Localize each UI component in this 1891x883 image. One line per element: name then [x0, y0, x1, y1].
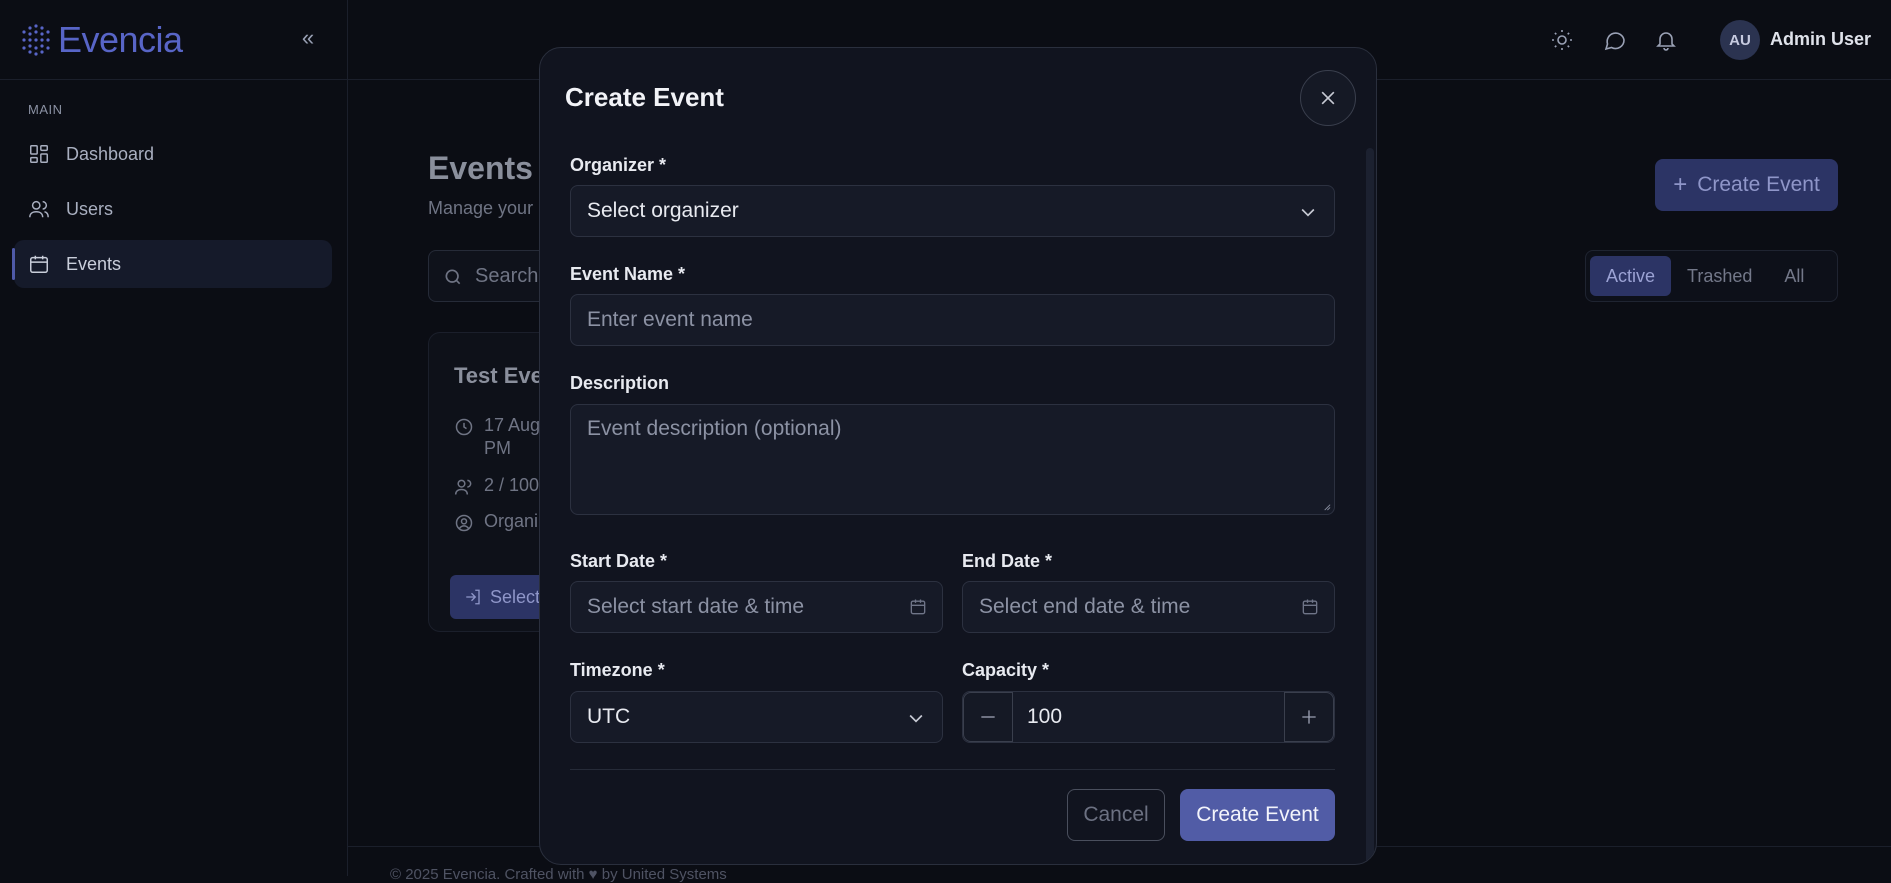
chevron-down-icon: [1301, 208, 1315, 217]
end-date-placeholder: Select end date & time: [979, 595, 1191, 618]
user-circle-icon: [455, 514, 473, 532]
cancel-button[interactable]: Cancel: [1067, 789, 1165, 841]
tab-active[interactable]: Active: [1590, 256, 1672, 296]
organizer-select-value: Select organizer: [587, 199, 739, 222]
search-placeholder: Search: [475, 265, 539, 287]
event-name-label: Event Name *: [570, 264, 686, 284]
organizer-select[interactable]: Select organizer: [570, 185, 1335, 237]
page-title: Events: [428, 150, 533, 186]
event-card-capacity: 2 / 100: [454, 475, 539, 497]
minus-icon: [981, 716, 995, 718]
sidebar-item-events[interactable]: Events: [12, 240, 332, 288]
chevron-down-icon: [909, 714, 923, 723]
capacity-increment-button[interactable]: [1284, 692, 1334, 742]
capacity-decrement-button[interactable]: [963, 692, 1013, 742]
timezone-select-value: UTC: [587, 705, 631, 728]
user-name[interactable]: Admin User: [1770, 29, 1871, 50]
chat-icon[interactable]: [1603, 28, 1627, 52]
modal-title: Create Event: [565, 82, 724, 112]
create-event-submit-button[interactable]: Create Event: [1180, 789, 1335, 841]
brand-name: Evencia: [58, 18, 183, 60]
users-icon: [29, 200, 49, 218]
filter-tabs: Active Trashed All: [1585, 250, 1838, 302]
event-card-date-line1: 17 Aug: [484, 415, 541, 435]
sidebar: Evencia « MAIN Dashboard Users Events: [0, 0, 348, 876]
timezone-label: Timezone *: [570, 660, 665, 680]
event-card-date-line2: PM: [484, 438, 511, 458]
description-textarea[interactable]: Event description (optional): [570, 404, 1335, 515]
description-label: Description: [570, 373, 670, 393]
login-icon: [466, 589, 480, 605]
modal-scrollbar[interactable]: [1366, 148, 1374, 864]
footer-text: © 2025 Evencia. Crafted with ♥ by United…: [390, 866, 727, 883]
event-card-capacity-text: 2 / 100: [484, 475, 540, 495]
search-icon: [445, 269, 461, 285]
capacity-stepper: 100: [962, 691, 1335, 743]
tab-all[interactable]: All: [1768, 256, 1820, 296]
sidebar-item-users[interactable]: Users: [14, 185, 332, 233]
plus-icon: +: [1673, 171, 1688, 198]
event-name-placeholder: Enter event name: [587, 308, 753, 331]
organizer-label: Organizer *: [570, 155, 667, 175]
nav-section-label: MAIN: [28, 102, 63, 117]
sidebar-item-dashboard[interactable]: Dashboard: [14, 130, 332, 178]
sun-icon[interactable]: [1550, 28, 1574, 52]
start-date-input[interactable]: Select start date & time: [570, 581, 943, 633]
resize-grip-icon[interactable]: [1322, 502, 1331, 511]
capacity-label: Capacity *: [962, 660, 1050, 680]
event-name-input[interactable]: Enter event name: [570, 294, 1335, 346]
end-date-input[interactable]: Select end date & time: [962, 581, 1335, 633]
logo-row: Evencia «: [0, 0, 347, 80]
avatar[interactable]: AU: [1720, 20, 1760, 60]
capacity-input[interactable]: 100: [1027, 705, 1062, 729]
end-date-label: End Date *: [962, 551, 1053, 571]
create-event-label: Create Event: [1697, 173, 1820, 196]
calendar-icon: [910, 599, 926, 615]
tab-trashed[interactable]: Trashed: [1671, 256, 1768, 296]
start-date-placeholder: Select start date & time: [587, 595, 805, 618]
create-event-modal: Create Event Organizer * Select organize…: [539, 47, 1377, 865]
start-date-label: Start Date *: [570, 551, 668, 571]
users-icon: [454, 479, 472, 495]
close-button[interactable]: [1300, 70, 1356, 126]
description-placeholder: Event description (optional): [587, 417, 842, 440]
calendar-icon: [1302, 599, 1318, 615]
sidebar-item-label: Events: [66, 253, 122, 274]
event-card-organizer: Organi: [454, 511, 538, 533]
event-card-date: 17 Aug PM: [454, 415, 540, 459]
modal-divider: [570, 769, 1335, 770]
plus-icon: [1302, 710, 1316, 724]
close-icon: [1321, 91, 1335, 105]
calendar-icon: [30, 255, 48, 273]
event-card-title: Test Eve: [454, 363, 543, 388]
sidebar-item-label: Dashboard: [66, 143, 155, 164]
clock-icon: [455, 418, 473, 436]
logo-mark-icon: [22, 23, 50, 56]
select-event-label: Select: [490, 586, 541, 607]
page-subtitle: Manage your: [428, 198, 534, 218]
event-card-organizer-text: Organi: [484, 511, 539, 531]
timezone-select[interactable]: UTC: [570, 691, 943, 743]
dashboard-icon: [30, 145, 48, 163]
create-event-button[interactable]: + Create Event: [1655, 159, 1838, 211]
sidebar-item-label: Users: [66, 198, 114, 219]
collapse-sidebar-button[interactable]: «: [296, 26, 320, 50]
bell-icon[interactable]: [1654, 28, 1678, 52]
